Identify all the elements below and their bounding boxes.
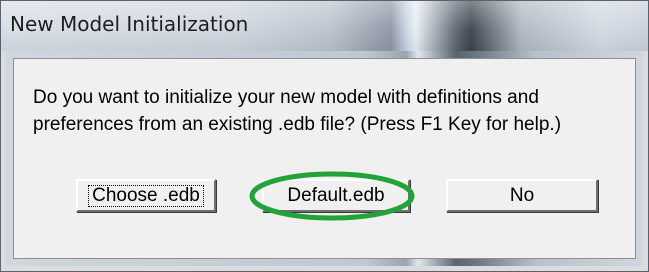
no-button[interactable]: No <box>446 179 598 212</box>
dialog-window: New Model Initialization Do you want to … <box>0 0 649 272</box>
choose-edb-button[interactable]: Choose .edb <box>76 179 216 212</box>
message-line-2: preferences from an existing .edb file? … <box>33 114 562 135</box>
dialog-body: Do you want to initialize your new model… <box>13 58 636 259</box>
window-frame: Do you want to initialize your new model… <box>6 51 643 266</box>
no-label: No <box>509 184 535 206</box>
default-edb-label: Default.edb <box>287 184 385 206</box>
window-title: New Model Initialization <box>10 12 249 36</box>
default-edb-button[interactable]: Default.edb <box>262 179 410 212</box>
choose-edb-label: Choose .edb <box>88 184 204 207</box>
message-line-1: Do you want to initialize your new model… <box>33 87 539 108</box>
dialog-message: Do you want to initialize your new model… <box>33 84 633 138</box>
title-bar[interactable]: New Model Initialization <box>1 1 648 51</box>
